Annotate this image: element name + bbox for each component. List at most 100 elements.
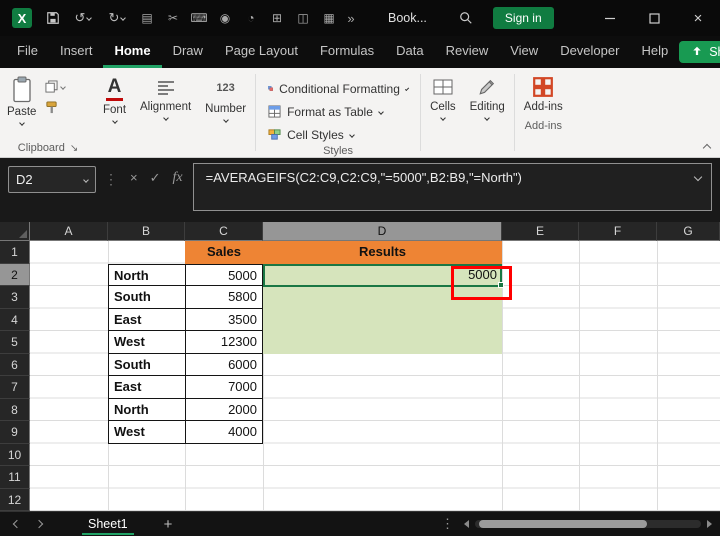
ribbon-tab-formulas[interactable]: Formulas: [309, 37, 385, 68]
column-header-a[interactable]: A: [30, 222, 108, 241]
column-header-g[interactable]: G: [657, 222, 720, 241]
row-header-6[interactable]: 6: [0, 354, 30, 377]
ribbon-tab-data[interactable]: Data: [385, 37, 434, 68]
column-header-b[interactable]: B: [108, 222, 185, 241]
undo-button[interactable]: ↺: [66, 5, 100, 31]
cell-d2-active[interactable]: 5000: [263, 264, 502, 287]
row-header-9[interactable]: 9: [0, 421, 30, 444]
new-sheet-button[interactable]: +: [164, 516, 173, 533]
column-header-d[interactable]: D: [263, 222, 502, 241]
share-button[interactable]: Share: [679, 41, 720, 63]
ribbon-tab-developer[interactable]: Developer: [549, 37, 630, 68]
horizontal-scrollbar-thumb[interactable]: [479, 520, 647, 528]
cell-b5[interactable]: West: [108, 331, 185, 354]
column-header-f[interactable]: F: [579, 222, 657, 241]
ribbon-tab-review[interactable]: Review: [435, 37, 500, 68]
cell-c1-sales[interactable]: Sales: [185, 241, 263, 264]
cell-d5[interactable]: [263, 331, 502, 354]
cell-styles-button[interactable]: Cell Styles: [268, 124, 408, 145]
collapse-ribbon-icon[interactable]: [703, 144, 711, 152]
qat-notebook-button[interactable]: ▤: [134, 5, 160, 31]
column-header-c[interactable]: C: [185, 222, 263, 241]
qat-clock-button[interactable]: ◔: [238, 5, 264, 31]
conditional-formatting-button[interactable]: Conditional Formatting: [268, 78, 408, 99]
paste-button[interactable]: Paste: [0, 72, 43, 129]
formula-bar-expand-icon[interactable]: [694, 173, 702, 181]
sign-in-button[interactable]: Sign in: [493, 7, 554, 29]
row-header-11[interactable]: 11: [0, 466, 30, 489]
row-header-10[interactable]: 10: [0, 444, 30, 467]
cancel-button[interactable]: ×: [130, 170, 138, 185]
qat-table-button[interactable]: ⊞: [264, 5, 290, 31]
cells-button[interactable]: Cells: [423, 72, 463, 124]
cell-b9[interactable]: West: [108, 421, 185, 444]
cell-c6[interactable]: 6000: [185, 354, 263, 377]
qat-grid-button[interactable]: ▦: [316, 5, 342, 31]
font-button[interactable]: A Font: [96, 72, 133, 127]
addins-button[interactable]: Add-ins: [517, 72, 570, 117]
cell-d4[interactable]: [263, 309, 502, 332]
row-header-3[interactable]: 3: [0, 286, 30, 309]
ribbon-tab-draw[interactable]: Draw: [162, 37, 214, 68]
clipboard-dialog-launcher-icon[interactable]: ↘: [70, 143, 78, 154]
qat-cut-button[interactable]: ✂: [160, 5, 186, 31]
row-header-5[interactable]: 5: [0, 331, 30, 354]
scroll-right-icon[interactable]: [707, 520, 712, 528]
editing-button[interactable]: Editing: [463, 72, 512, 124]
redo-button[interactable]: ↻: [100, 5, 134, 31]
cell-c5[interactable]: 12300: [185, 331, 263, 354]
format-painter-button[interactable]: [45, 101, 65, 114]
cell-b2[interactable]: North: [108, 264, 185, 287]
cell-c8[interactable]: 2000: [185, 399, 263, 422]
sheet-nav-next-icon[interactable]: [35, 520, 43, 528]
ribbon-tab-view[interactable]: View: [499, 37, 549, 68]
scroll-left-icon[interactable]: [464, 520, 469, 528]
close-button[interactable]: ×: [676, 0, 720, 36]
sheet-tab-sheet1[interactable]: Sheet1: [82, 514, 134, 535]
cell-c9[interactable]: 4000: [185, 421, 263, 444]
sheet-bar-menu-icon[interactable]: ⋮: [441, 516, 454, 532]
maximize-button[interactable]: [632, 0, 676, 36]
alignment-button[interactable]: Alignment: [133, 72, 198, 124]
select-all-corner[interactable]: [0, 222, 30, 241]
save-button[interactable]: [40, 5, 66, 31]
column-header-e[interactable]: E: [502, 222, 579, 241]
cell-b3[interactable]: South: [108, 286, 185, 309]
formula-input[interactable]: =AVERAGEIFS(C2:C9,C2:C9,"=5000",B2:B9,"=…: [193, 163, 712, 211]
cell-d1-results[interactable]: Results: [263, 241, 502, 264]
copy-button[interactable]: [45, 80, 65, 93]
row-header-1[interactable]: 1: [0, 241, 30, 264]
cell-b7[interactable]: East: [108, 376, 185, 399]
number-button[interactable]: 123 Number: [198, 72, 253, 126]
cell-b6[interactable]: South: [108, 354, 185, 377]
qat-keyboard-button[interactable]: ⌨: [186, 5, 212, 31]
ribbon-tab-home[interactable]: Home: [103, 37, 161, 68]
enter-button[interactable]: ✓: [150, 170, 161, 186]
row-header-12[interactable]: 12: [0, 489, 30, 512]
minimize-button[interactable]: [588, 0, 632, 36]
fill-handle[interactable]: [498, 282, 504, 288]
cell-c7[interactable]: 7000: [185, 376, 263, 399]
cell-d3[interactable]: [263, 286, 502, 309]
cell-c3[interactable]: 5800: [185, 286, 263, 309]
insert-function-button[interactable]: fx: [173, 170, 183, 186]
cell-c2[interactable]: 5000: [185, 264, 263, 287]
qat-window-button[interactable]: ◫: [290, 5, 316, 31]
cell-b8[interactable]: North: [108, 399, 185, 422]
row-header-8[interactable]: 8: [0, 399, 30, 422]
qat-overflow-button[interactable]: »: [342, 11, 360, 26]
ribbon-tab-help[interactable]: Help: [630, 37, 679, 68]
row-header-7[interactable]: 7: [0, 376, 30, 399]
ribbon-tab-insert[interactable]: Insert: [49, 37, 104, 68]
ribbon-tab-page-layout[interactable]: Page Layout: [214, 37, 309, 68]
cell-c4[interactable]: 3500: [185, 309, 263, 332]
cell-b4[interactable]: East: [108, 309, 185, 332]
row-header-4[interactable]: 4: [0, 309, 30, 332]
row-header-2[interactable]: 2: [0, 264, 30, 287]
format-as-table-button[interactable]: Format as Table: [268, 101, 408, 122]
name-box[interactable]: D2: [8, 166, 96, 193]
search-button[interactable]: [453, 5, 479, 31]
qat-pin-button[interactable]: ◉: [212, 5, 238, 31]
horizontal-scrollbar[interactable]: [475, 520, 701, 528]
excel-logo-icon[interactable]: X: [12, 8, 32, 28]
